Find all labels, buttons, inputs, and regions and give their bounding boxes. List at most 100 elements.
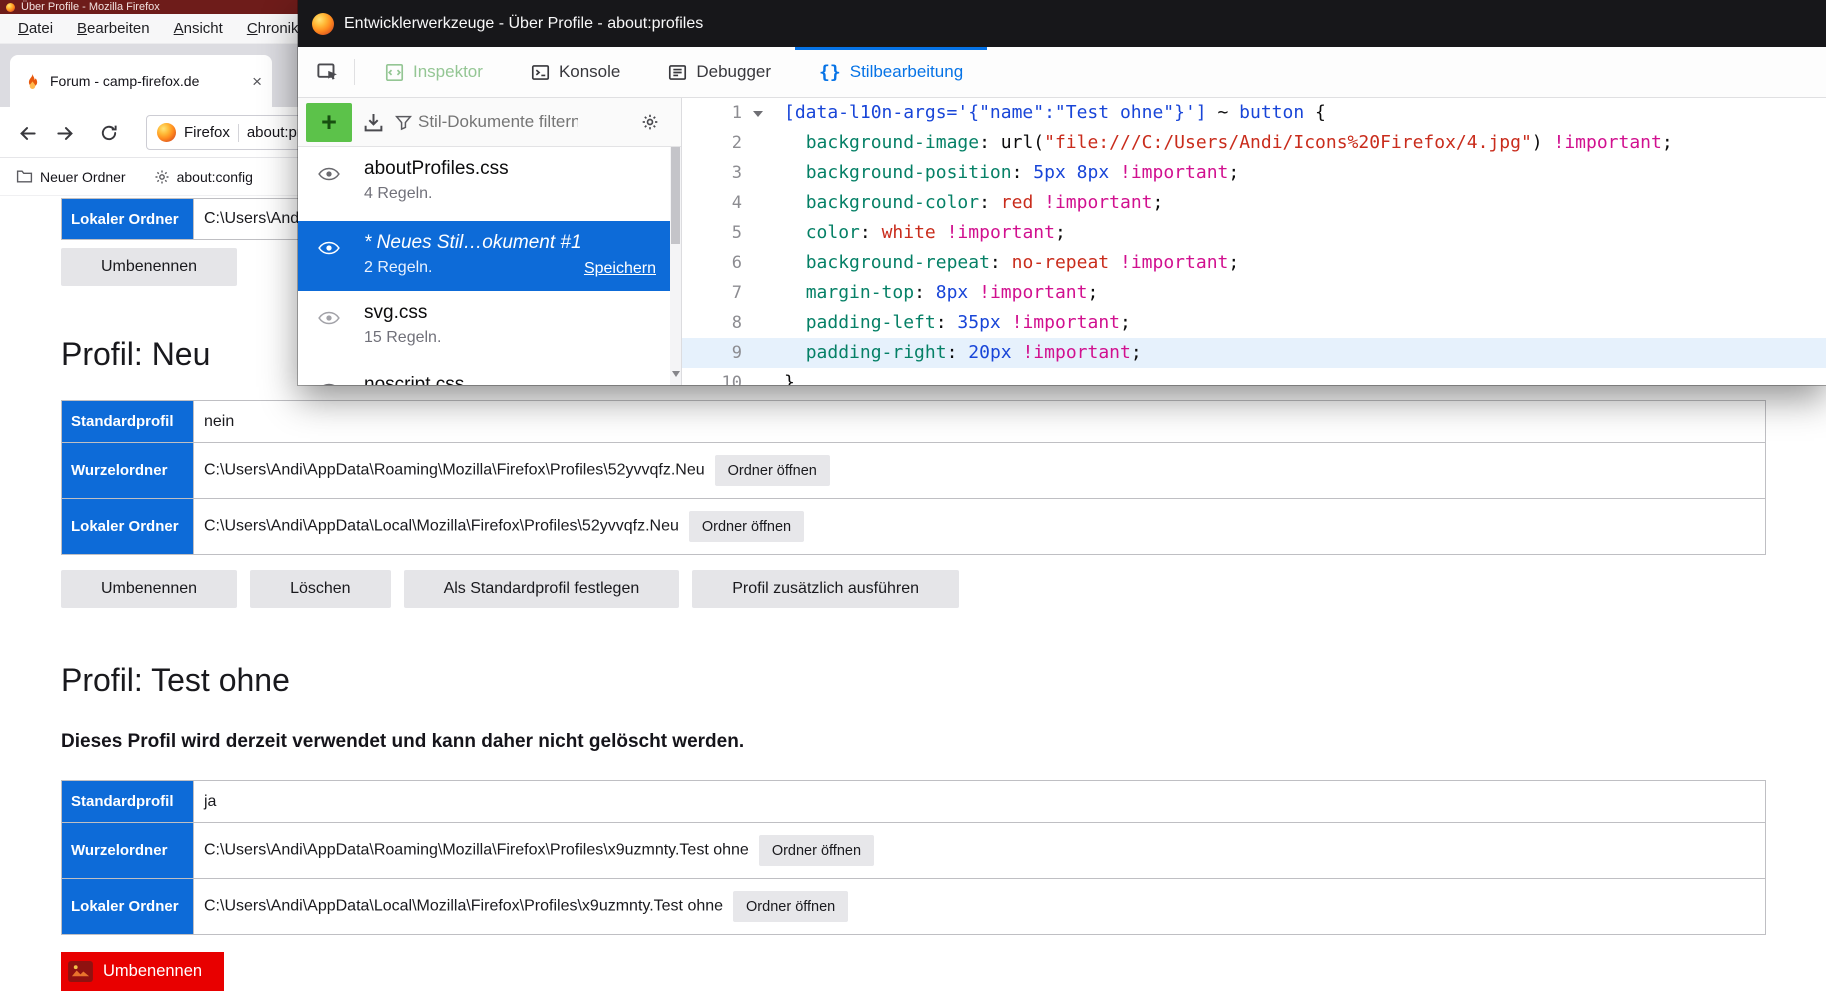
code-line-8[interactable]: 8 padding-left: 35px !important; bbox=[682, 308, 1826, 338]
firefox-identity-icon bbox=[157, 123, 176, 142]
code-line-5[interactable]: 5 color: white !important; bbox=[682, 218, 1826, 248]
table-row: WurzelordnerC:\Users\Andi\AppData\Roamin… bbox=[62, 823, 1766, 879]
stylesheet-rule-count: 15 Regeln. bbox=[364, 329, 660, 347]
devtools-titlebar: Entwicklerwerkzeuge - Über Profile - abo… bbox=[298, 0, 1826, 47]
firefox-icon bbox=[6, 3, 15, 12]
stylesheet-name: * Neues Stil…okument #1 bbox=[364, 232, 660, 254]
umbenennen-button[interactable]: Umbenennen bbox=[61, 952, 224, 991]
code-line-3[interactable]: 3 background-position: 5px 8px !importan… bbox=[682, 158, 1826, 188]
stylesheet-name: svg.css bbox=[364, 302, 660, 324]
custom-background-image-icon bbox=[68, 961, 93, 982]
code-text: background-color: red !important; bbox=[774, 188, 1163, 218]
stylesheet-item-svg[interactable]: svg.css 15 Regeln. bbox=[298, 291, 670, 363]
eye-visibility-icon[interactable] bbox=[318, 311, 340, 326]
ordner-öffnen-button[interactable]: Ordner öffnen bbox=[715, 455, 830, 486]
pick-element-icon[interactable] bbox=[308, 47, 348, 97]
umbenennen-button[interactable]: Umbenennen bbox=[61, 248, 237, 286]
profile-heading: Profil: Test ohne bbox=[61, 660, 1826, 700]
code-line-4[interactable]: 4 background-color: red !important; bbox=[682, 188, 1826, 218]
als-standardprofil-festlegen-button[interactable]: Als Standardprofil festlegen bbox=[404, 570, 680, 608]
import-stylesheet-icon[interactable] bbox=[363, 112, 384, 133]
line-number: 2 bbox=[682, 128, 742, 158]
stylesheet-filter-input[interactable] bbox=[418, 112, 578, 132]
row-value-cell: C:\Users\Andi\AppData\Local\Mozilla\Fire… bbox=[194, 879, 1766, 935]
code-line-1[interactable]: 1[data-l10n-args='{"name":"Test ohne"}']… bbox=[682, 98, 1826, 128]
menu-datei[interactable]: Datei bbox=[6, 20, 65, 37]
code-line-7[interactable]: 7 margin-top: 8px !important; bbox=[682, 278, 1826, 308]
ordner-öffnen-button[interactable]: Ordner öffnen bbox=[689, 511, 804, 542]
filter-funnel-icon bbox=[395, 114, 412, 131]
löschen-button[interactable]: Löschen bbox=[250, 570, 391, 608]
tab-konsole[interactable]: Konsole bbox=[507, 47, 644, 97]
menu-ansicht[interactable]: Ansicht bbox=[162, 20, 235, 37]
stylesheet-item-noscript[interactable]: noscript.css bbox=[298, 363, 670, 385]
profile-table-slot: StandardprofiljaWurzelordnerC:\Users\And… bbox=[61, 780, 1826, 935]
tab-close-icon[interactable]: × bbox=[252, 73, 262, 90]
line-number: 7 bbox=[682, 278, 742, 308]
tab-stilbearbeitung[interactable]: {} Stilbearbeitung bbox=[795, 47, 987, 97]
profile-table: StandardprofiljaWurzelordnerC:\Users\And… bbox=[61, 780, 1766, 935]
code-text: [data-l10n-args='{"name":"Test ohne"}'] … bbox=[774, 98, 1326, 128]
window-title: Über Profile - Mozilla Firefox bbox=[21, 1, 160, 13]
stylesheet-item-new-style-document[interactable]: * Neues Stil…okument #1 2 Regeln. Speich… bbox=[298, 221, 670, 291]
tab-inspektor[interactable]: Inspektor bbox=[361, 47, 507, 97]
menu-bearbeiten[interactable]: Bearbeiten bbox=[65, 20, 162, 37]
forward-button[interactable] bbox=[52, 120, 78, 146]
bookmark-about-config[interactable]: about:config bbox=[154, 169, 253, 185]
toolbar-separator bbox=[354, 59, 355, 85]
code-text: } bbox=[774, 368, 795, 385]
fold-spacer bbox=[742, 248, 774, 278]
devtools-toolbar: Inspektor Konsole Debugger {} Stilbearbe… bbox=[298, 47, 1826, 98]
profile-table: StandardprofilneinWurzelordnerC:\Users\A… bbox=[61, 400, 1766, 555]
ordner-öffnen-button[interactable]: Ordner öffnen bbox=[759, 835, 874, 866]
code-text: margin-top: 8px !important; bbox=[774, 278, 1098, 308]
save-link[interactable]: Speichern bbox=[584, 260, 656, 278]
stylesheet-item-aboutprofiles[interactable]: aboutProfiles.css 4 Regeln. bbox=[298, 147, 670, 221]
profil-zusätzlich-ausführen-button[interactable]: Profil zusätzlich ausführen bbox=[692, 570, 959, 608]
profile-section-test-ohne: Profil: Test ohne Dieses Profil wird der… bbox=[61, 660, 1826, 991]
eye-visibility-icon[interactable] bbox=[318, 167, 340, 182]
tab-label: Inspektor bbox=[413, 62, 483, 82]
browser-tab[interactable]: Forum - camp-firefox.de × bbox=[10, 55, 272, 107]
code-text: background-position: 5px 8px !important; bbox=[774, 158, 1239, 188]
stylesheet-list: aboutProfiles.css 4 Regeln. * Neues Stil… bbox=[298, 147, 670, 385]
ordner-öffnen-button[interactable]: Ordner öffnen bbox=[733, 891, 848, 922]
code-line-2[interactable]: 2 background-image: url("file:///C:/User… bbox=[682, 128, 1826, 158]
line-number: 5 bbox=[682, 218, 742, 248]
profile-actions: Umbenennen Löschen Als Standardprofil fest… bbox=[61, 570, 1826, 608]
row-value: nein bbox=[204, 413, 234, 430]
inspector-icon bbox=[385, 63, 404, 82]
new-stylesheet-button[interactable]: + bbox=[306, 103, 352, 142]
profile-actions: Umbenennen bbox=[61, 952, 1826, 991]
code-line-6[interactable]: 6 background-repeat: no-repeat !importan… bbox=[682, 248, 1826, 278]
tab-debugger[interactable]: Debugger bbox=[644, 47, 795, 97]
button-label: Umbenennen bbox=[103, 962, 202, 981]
table-row: Standardprofilnein bbox=[62, 401, 1766, 443]
scrollbar-down-arrow-icon[interactable] bbox=[672, 371, 680, 381]
row-value-cell: C:\Users\Andi\AppData\Roaming\Mozilla\Fi… bbox=[194, 823, 1766, 879]
options-gear-icon[interactable] bbox=[641, 113, 659, 131]
code-text: background-image: url("file:///C:/Users/… bbox=[774, 128, 1673, 158]
sidebar-scrollbar[interactable] bbox=[670, 147, 681, 385]
row-value: C:\Users\Andi\AppData\Roaming\Mozilla\Fi… bbox=[204, 462, 705, 479]
code-line-9[interactable]: 9 padding-right: 20px !important; bbox=[682, 338, 1826, 368]
bookmark-label: Neuer Ordner bbox=[40, 169, 126, 185]
profile-in-use-note: Dieses Profil wird derzeit verwendet und… bbox=[61, 730, 1826, 754]
row-value: C:\Users\And bbox=[204, 210, 299, 227]
fold-spacer bbox=[742, 308, 774, 338]
reload-button[interactable] bbox=[96, 120, 122, 146]
scrollbar-thumb[interactable] bbox=[671, 147, 680, 244]
debugger-icon bbox=[668, 63, 687, 82]
row-value-cell: ja bbox=[194, 781, 1766, 823]
eye-visibility-icon[interactable] bbox=[318, 241, 340, 256]
table-row: WurzelordnerC:\Users\Andi\AppData\Roamin… bbox=[62, 443, 1766, 499]
code-text: background-repeat: no-repeat !important; bbox=[774, 248, 1239, 278]
umbenennen-button[interactable]: Umbenennen bbox=[61, 570, 237, 608]
code-line-10[interactable]: 10} bbox=[682, 368, 1826, 385]
back-button[interactable] bbox=[14, 120, 40, 146]
fold-arrow-icon[interactable] bbox=[742, 98, 774, 128]
bookmark-label: about:config bbox=[177, 169, 253, 185]
bookmark-neuer-ordner[interactable]: Neuer Ordner bbox=[16, 168, 126, 185]
eye-visibility-icon[interactable] bbox=[318, 383, 340, 385]
row-value: C:\Users\Andi\AppData\Roaming\Mozilla\Fi… bbox=[204, 842, 749, 859]
